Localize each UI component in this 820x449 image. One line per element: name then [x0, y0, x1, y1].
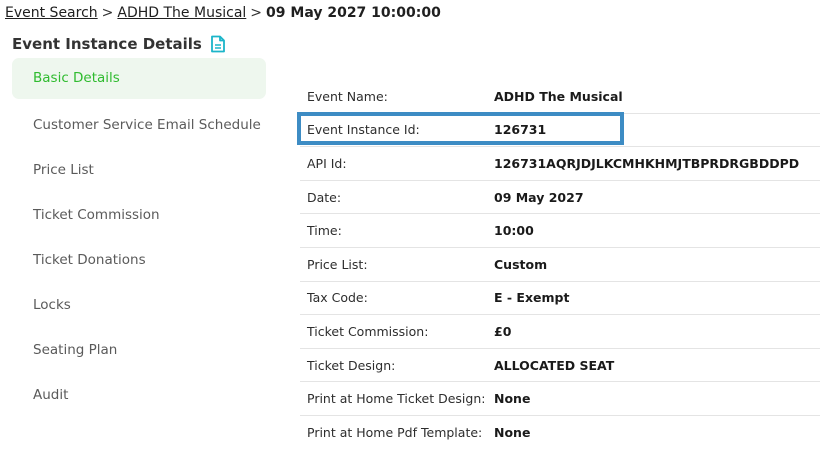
- detail-value: 10:00: [494, 213, 820, 248]
- sidebar-item-customer-service-email-schedule[interactable]: Customer Service Email Schedule: [12, 102, 266, 147]
- detail-label: Event Instance Id:: [300, 113, 494, 148]
- breadcrumb: Event Search > ADHD The Musical >09 May 202…: [5, 3, 441, 23]
- sidebar-item-label: Ticket Donations: [33, 251, 146, 268]
- breadcrumb-current: 09 May 2027 10:00:00: [266, 5, 441, 21]
- detail-label: Time:: [300, 213, 494, 248]
- detail-value: ALLOCATED SEAT: [494, 348, 820, 383]
- breadcrumb-separator: >: [250, 5, 263, 21]
- sidebar-item-label: Ticket Commission: [33, 206, 160, 223]
- sidebar-item-audit[interactable]: Audit: [12, 372, 266, 417]
- table-row: Ticket Design: ALLOCATED SEAT: [300, 348, 820, 383]
- detail-value: None: [494, 424, 531, 440]
- detail-label: Print at Home Pdf Template:: [307, 424, 483, 440]
- detail-value: E - Exempt: [494, 281, 820, 316]
- table-row: Date: 09 May 2027: [300, 180, 820, 215]
- table-row: Ticket Commission: £0: [300, 314, 820, 349]
- detail-value: None: [494, 381, 820, 416]
- table-row: Event Name: ADHD The Musical: [300, 80, 820, 114]
- sidebar-item-basic-details[interactable]: Basic Details: [12, 58, 266, 99]
- table-row: Event Instance Id: 126731: [300, 113, 820, 148]
- table-row: Price List: Custom: [300, 247, 820, 282]
- sidebar-item-ticket-donations[interactable]: Ticket Donations: [12, 237, 266, 282]
- sidebar-item-locks[interactable]: Locks: [12, 282, 266, 327]
- detail-value: 09 May 2027: [494, 180, 820, 215]
- detail-label: Price List:: [300, 247, 494, 282]
- detail-label: Print at Home Ticket Design:: [300, 381, 494, 416]
- detail-value: Custom: [494, 247, 820, 282]
- sidebar-item-label: Audit: [33, 386, 69, 403]
- detail-label: Date:: [300, 180, 494, 215]
- page-header: Event Instance Details: [12, 35, 226, 53]
- breadcrumb-link-event[interactable]: ADHD The Musical: [117, 5, 246, 21]
- sidebar-item-seating-plan[interactable]: Seating Plan: [12, 327, 266, 372]
- table-row: Print at Home Ticket Design: None: [300, 381, 820, 416]
- detail-label: Ticket Design:: [300, 348, 494, 383]
- detail-value: £0: [494, 314, 820, 349]
- sidebar-item-price-list[interactable]: Price List: [12, 147, 266, 192]
- sidebar-item-label: Price List: [33, 161, 94, 178]
- detail-value: ADHD The Musical: [494, 80, 820, 114]
- detail-label: Tax Code:: [300, 281, 494, 316]
- table-row: API Id: 126731AQRJDJLKCMHKHMJTBPRDRGBDDP…: [300, 146, 820, 181]
- detail-label: Event Name:: [300, 80, 494, 114]
- breadcrumb-separator: >: [101, 5, 114, 21]
- sidebar-item-label: Basic Details: [33, 70, 120, 86]
- table-row: Time: 10:00: [300, 213, 820, 248]
- detail-value: 126731: [494, 113, 820, 148]
- sidebar-item-label: Seating Plan: [33, 341, 118, 358]
- sidebar-item-label: Locks: [33, 296, 71, 313]
- details-table: Event Name: ADHD The Musical Event Insta…: [300, 80, 820, 449]
- page-title: Event Instance Details: [12, 35, 202, 53]
- sidebar-item-ticket-commission[interactable]: Ticket Commission: [12, 192, 266, 237]
- document-icon[interactable]: [210, 35, 226, 53]
- table-row: Print at Home Pdf Template: None: [300, 415, 820, 448]
- detail-label: Ticket Commission:: [300, 314, 494, 349]
- detail-value: 126731AQRJDJLKCMHKHMJTBPRDRGBDDPD: [494, 146, 820, 181]
- breadcrumb-link-event-search[interactable]: Event Search: [5, 5, 98, 21]
- table-row: Tax Code: E - Exempt: [300, 281, 820, 316]
- sidebar-nav: Basic Details Customer Service Email Sch…: [12, 58, 266, 417]
- sidebar-item-label: Customer Service Email Schedule: [33, 116, 261, 133]
- detail-label: API Id:: [300, 146, 494, 181]
